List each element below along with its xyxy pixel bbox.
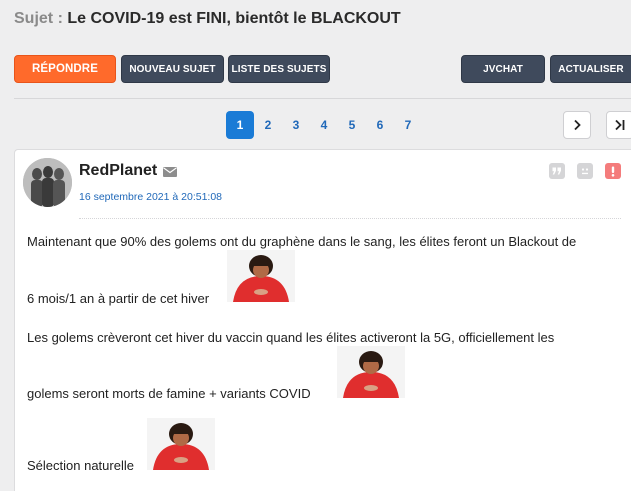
new-topic-button[interactable]: NOUVEAU SUJET [121, 55, 224, 83]
post-line-4: golems seront morts de famine + variants… [27, 386, 311, 401]
topic-title: Sujet : Le COVID-19 est FINI, bientôt le… [14, 10, 401, 28]
page-3[interactable]: 3 [282, 111, 310, 139]
post-line-2: 6 mois/1 an à partir de cet hiver [27, 291, 210, 306]
report-icon [611, 166, 615, 177]
sticker-image [337, 346, 405, 398]
chevron-right-icon [574, 119, 581, 131]
last-page-icon [615, 119, 625, 131]
post-date[interactable]: 16 septembre 2021 à 20:51:08 [79, 191, 222, 203]
quote-icon [552, 167, 561, 175]
page-1[interactable]: 1 [226, 111, 254, 139]
author-name[interactable]: RedPlanet [79, 162, 157, 180]
sticker-image [227, 250, 295, 302]
blacklist-icon [581, 168, 589, 175]
page-6[interactable]: 6 [366, 111, 394, 139]
toolbar-divider [14, 98, 631, 99]
post-header-divider [79, 218, 621, 219]
next-page-button[interactable] [563, 111, 591, 139]
page-7[interactable]: 7 [394, 111, 422, 139]
post-card: RedPlanet 16 septembre 2021 à 20:51:08 M… [14, 149, 631, 491]
topic-title-text: Le COVID-19 est FINI, bientôt le BLACKOU… [67, 10, 401, 27]
post-line-5: Sélection naturelle [27, 458, 134, 473]
jvchat-button[interactable]: JVCHAT [461, 55, 545, 83]
topic-list-button[interactable]: LISTE DES SUJETS [228, 55, 330, 83]
page-4[interactable]: 4 [310, 111, 338, 139]
page-2[interactable]: 2 [254, 111, 282, 139]
mail-icon[interactable] [163, 167, 177, 177]
pagination: 1 2 3 4 5 6 7 [226, 111, 422, 139]
reply-button[interactable]: RÉPONDRE [14, 55, 116, 83]
blacklist-button[interactable] [577, 163, 593, 179]
post-line-1: Maintenant que 90% des golems ont du gra… [27, 234, 577, 249]
report-button[interactable] [605, 163, 621, 179]
page-5[interactable]: 5 [338, 111, 366, 139]
refresh-button[interactable]: ACTUALISER [550, 55, 631, 83]
post-line-3: Les golems crèveront cet hiver du vaccin… [27, 330, 555, 345]
sticker-image [147, 418, 215, 470]
avatar[interactable] [23, 158, 72, 207]
last-page-button[interactable] [606, 111, 631, 139]
quote-button[interactable] [549, 163, 565, 179]
topic-prefix: Sujet : [14, 10, 63, 27]
